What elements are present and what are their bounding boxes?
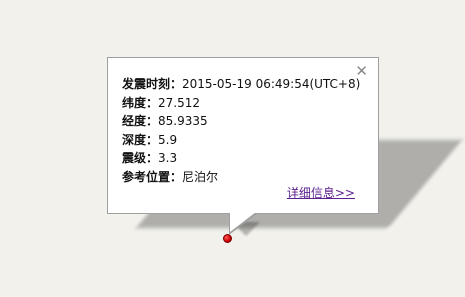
details-link[interactable]: 详细信息>> <box>287 184 355 201</box>
origin-time-row: 发震时刻：2015-05-19 06:49:54(UTC+8) <box>122 75 360 94</box>
magnitude-label: 震级： <box>122 151 159 166</box>
reference-location-label: 参考位置： <box>122 169 183 184</box>
latitude-label: 纬度： <box>122 95 159 110</box>
origin-time-value: 2015-05-19 06:49:54(UTC+8) <box>182 77 361 91</box>
longitude-label: 经度： <box>122 114 159 129</box>
longitude-row: 经度：85.9335 <box>122 112 360 131</box>
reference-location-value: 尼泊尔 <box>182 169 219 184</box>
earthquake-marker-icon[interactable] <box>223 234 232 243</box>
latitude-value: 27.512 <box>158 95 201 110</box>
longitude-value: 85.9335 <box>158 114 208 129</box>
info-window-content: 发震时刻：2015-05-19 06:49:54(UTC+8) 纬度：27.51… <box>122 75 360 187</box>
depth-label: 深度： <box>122 132 159 147</box>
earthquake-info-window: ✕ 发震时刻：2015-05-19 06:49:54(UTC+8) 纬度：27.… <box>107 57 379 214</box>
depth-row: 深度：5.9 <box>122 131 360 150</box>
magnitude-row: 震级：3.3 <box>122 149 360 168</box>
latitude-row: 纬度：27.512 <box>122 94 360 113</box>
magnitude-value: 3.3 <box>158 151 178 166</box>
origin-time-label: 发震时刻： <box>122 77 183 91</box>
info-window-pointer <box>230 212 256 232</box>
depth-value: 5.9 <box>158 132 178 147</box>
